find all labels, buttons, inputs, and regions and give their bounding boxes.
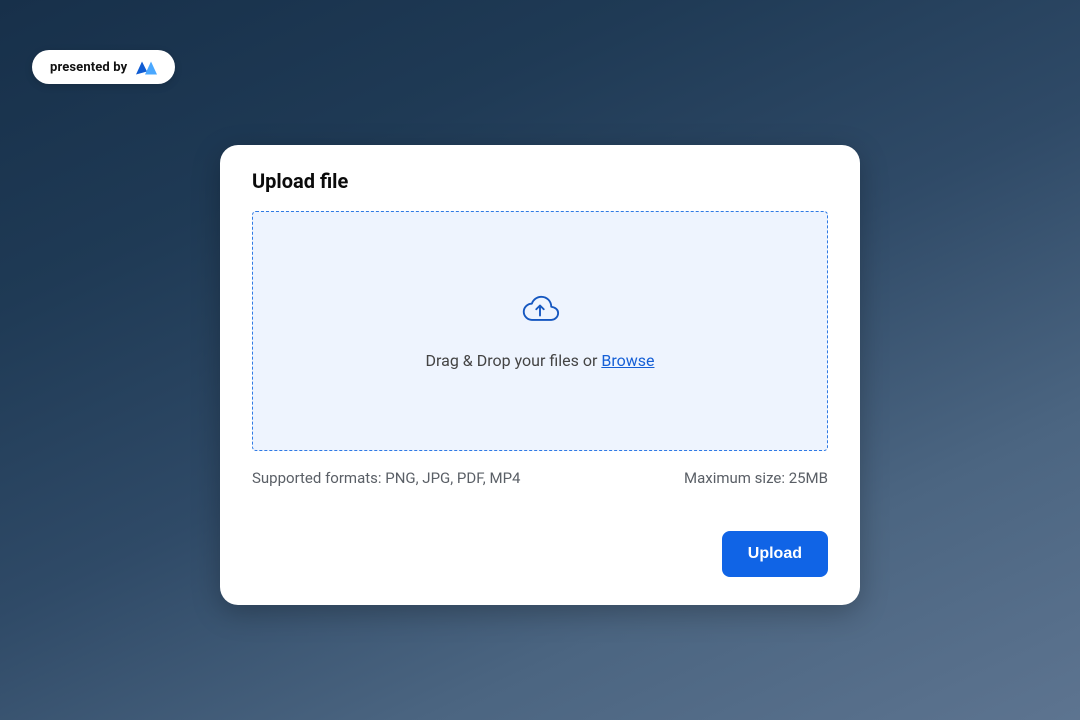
presented-by-text: presented by [50, 60, 127, 75]
meta-row: Supported formats: PNG, JPG, PDF, MP4 Ma… [252, 469, 828, 487]
upload-button[interactable]: Upload [722, 531, 828, 577]
presented-by-badge: presented by [32, 50, 175, 84]
actions-row: Upload [252, 531, 828, 577]
supported-formats-text: Supported formats: PNG, JPG, PDF, MP4 [252, 469, 520, 487]
browse-link[interactable]: Browse [601, 351, 654, 370]
upload-card: Upload file Drag & Drop your files or Br… [220, 145, 860, 605]
max-size-text: Maximum size: 25MB [684, 469, 828, 487]
dropzone-text: Drag & Drop your files or Browse [426, 351, 655, 370]
file-dropzone[interactable]: Drag & Drop your files or Browse [252, 211, 828, 451]
cloud-upload-icon [520, 293, 560, 323]
card-title: Upload file [252, 169, 828, 193]
brand-logo-icon [135, 58, 159, 76]
dropzone-text-prefix: Drag & Drop your files or [426, 351, 602, 370]
